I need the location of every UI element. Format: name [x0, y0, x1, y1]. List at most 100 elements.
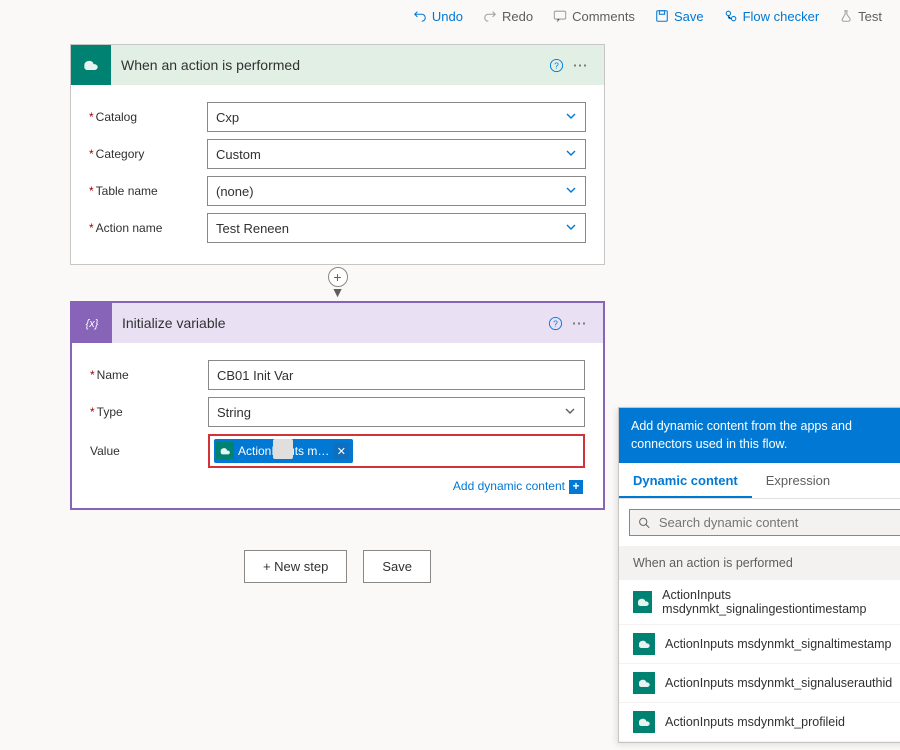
flyout-item-label: ActionInputs msdynmkt_signaluserauthid: [665, 676, 892, 690]
save-button[interactable]: Save: [647, 5, 712, 28]
vartype-label: *Type: [90, 405, 208, 419]
dataverse-icon: [633, 672, 655, 694]
search-input[interactable]: [659, 515, 898, 530]
chevron-down-icon: [565, 110, 577, 125]
varname-label: *Name: [90, 368, 208, 382]
svg-text:?: ?: [553, 318, 558, 328]
chevron-down-icon: [565, 147, 577, 162]
token-drag-indicator: [273, 439, 293, 459]
trigger-body: *Catalog Cxp *Category Custom *Table nam…: [71, 85, 604, 264]
comments-button[interactable]: Comments: [545, 5, 643, 28]
action-header[interactable]: {x} Initialize variable ? ⋯: [72, 303, 603, 343]
add-dynamic-content-link[interactable]: Add dynamic content+: [90, 475, 585, 494]
action-title: Initialize variable: [112, 315, 543, 331]
search-icon: [638, 516, 651, 530]
dynamic-content-flyout: Add dynamic content from the apps and co…: [618, 407, 900, 743]
new-step-button[interactable]: + New step: [244, 550, 347, 583]
vartype-select[interactable]: String: [208, 397, 585, 427]
undo-label: Undo: [432, 9, 463, 24]
token-source-icon: [216, 442, 234, 460]
plus-icon: +: [569, 480, 583, 494]
catalog-select[interactable]: Cxp: [207, 102, 586, 132]
flyout-item[interactable]: ActionInputs msdynmkt_signaltimestamp: [619, 625, 900, 664]
dataverse-icon: [633, 711, 655, 733]
chevron-down-icon: [564, 405, 576, 420]
action-card: {x} Initialize variable ? ⋯ *Name CB01 I…: [70, 301, 605, 510]
dataverse-icon: [633, 591, 652, 613]
varvalue-label: Value: [90, 444, 208, 458]
connector: + ▼: [70, 265, 605, 301]
flyout-header: Add dynamic content from the apps and co…: [619, 408, 900, 463]
chevron-down-icon: [565, 184, 577, 199]
flow-canvas: When an action is performed ? ⋯ *Catalog…: [0, 32, 605, 583]
flowchecker-icon: [724, 9, 738, 23]
action-body: *Name CB01 Init Var *Type String Value A…: [72, 343, 603, 508]
flyout-item[interactable]: ActionInputs msdynmkt_signalingestiontim…: [619, 580, 900, 625]
token-remove-icon[interactable]: ✕: [333, 443, 349, 459]
category-row: *Category Custom: [89, 139, 586, 169]
undo-icon: [413, 9, 427, 23]
undo-button[interactable]: Undo: [405, 5, 471, 28]
flyout-search[interactable]: [629, 509, 900, 536]
redo-label: Redo: [502, 9, 533, 24]
comments-icon: [553, 9, 567, 23]
test-button[interactable]: Test: [831, 5, 890, 28]
catalog-value: Cxp: [216, 110, 239, 125]
varname-row: *Name CB01 Init Var: [90, 360, 585, 390]
trigger-title: When an action is performed: [111, 57, 544, 73]
actionname-row: *Action name Test Reneen: [89, 213, 586, 243]
trigger-card: When an action is performed ? ⋯ *Catalog…: [70, 44, 605, 265]
svg-text:{x}: {x}: [86, 318, 99, 330]
save-label: Save: [674, 9, 704, 24]
flyout-section-header: When an action is performed: [619, 546, 900, 580]
actionname-value: Test Reneen: [216, 221, 289, 236]
actionname-label: *Action name: [89, 221, 207, 235]
help-icon[interactable]: ?: [544, 58, 568, 73]
variable-icon: {x}: [72, 303, 112, 343]
tablename-row: *Table name (none): [89, 176, 586, 206]
flowchecker-button[interactable]: Flow checker: [716, 5, 828, 28]
catalog-label: *Catalog: [89, 110, 207, 124]
flyout-item-label: ActionInputs msdynmkt_profileid: [665, 715, 845, 729]
flyout-item-label: ActionInputs msdynmkt_signalingestiontim…: [662, 588, 900, 616]
flowchecker-label: Flow checker: [743, 9, 820, 24]
flyout-tabs: Dynamic content Expression: [619, 463, 900, 499]
tablename-value: (none): [216, 184, 254, 199]
chevron-down-icon: [565, 221, 577, 236]
comments-label: Comments: [572, 9, 635, 24]
flyout-item-label: ActionInputs msdynmkt_signaltimestamp: [665, 637, 891, 651]
category-select[interactable]: Custom: [207, 139, 586, 169]
redo-icon: [483, 9, 497, 23]
test-icon: [839, 9, 853, 23]
flyout-item[interactable]: ActionInputs msdynmkt_profileid: [619, 703, 900, 742]
varname-value: CB01 Init Var: [217, 368, 293, 383]
varname-input[interactable]: CB01 Init Var: [208, 360, 585, 390]
tab-expression[interactable]: Expression: [752, 463, 844, 498]
test-label: Test: [858, 9, 882, 24]
vartype-value: String: [217, 405, 251, 420]
catalog-row: *Catalog Cxp: [89, 102, 586, 132]
help-icon[interactable]: ?: [543, 316, 567, 331]
trigger-header[interactable]: When an action is performed ? ⋯: [71, 45, 604, 85]
more-icon[interactable]: ⋯: [568, 56, 592, 74]
save-flow-button[interactable]: Save: [363, 550, 431, 583]
category-value: Custom: [216, 147, 261, 162]
dataverse-icon: [71, 45, 111, 85]
svg-text:?: ?: [554, 60, 559, 70]
vartype-row: *Type String: [90, 397, 585, 427]
varvalue-input[interactable]: ActionInputs m… ✕: [208, 434, 585, 468]
command-bar: Undo Redo Comments Save Flow checker Tes…: [0, 0, 900, 32]
tablename-label: *Table name: [89, 184, 207, 198]
redo-button[interactable]: Redo: [475, 5, 541, 28]
save-icon: [655, 9, 669, 23]
more-icon[interactable]: ⋯: [567, 314, 591, 332]
flyout-item[interactable]: ActionInputs msdynmkt_signaluserauthid: [619, 664, 900, 703]
tab-dynamic-content[interactable]: Dynamic content: [619, 463, 752, 498]
dataverse-icon: [633, 633, 655, 655]
tablename-select[interactable]: (none): [207, 176, 586, 206]
varvalue-row: Value ActionInputs m… ✕: [90, 434, 585, 468]
footer-buttons: + New step Save: [70, 550, 605, 583]
category-label: *Category: [89, 147, 207, 161]
arrow-down-icon: ▼: [331, 287, 345, 297]
actionname-select[interactable]: Test Reneen: [207, 213, 586, 243]
